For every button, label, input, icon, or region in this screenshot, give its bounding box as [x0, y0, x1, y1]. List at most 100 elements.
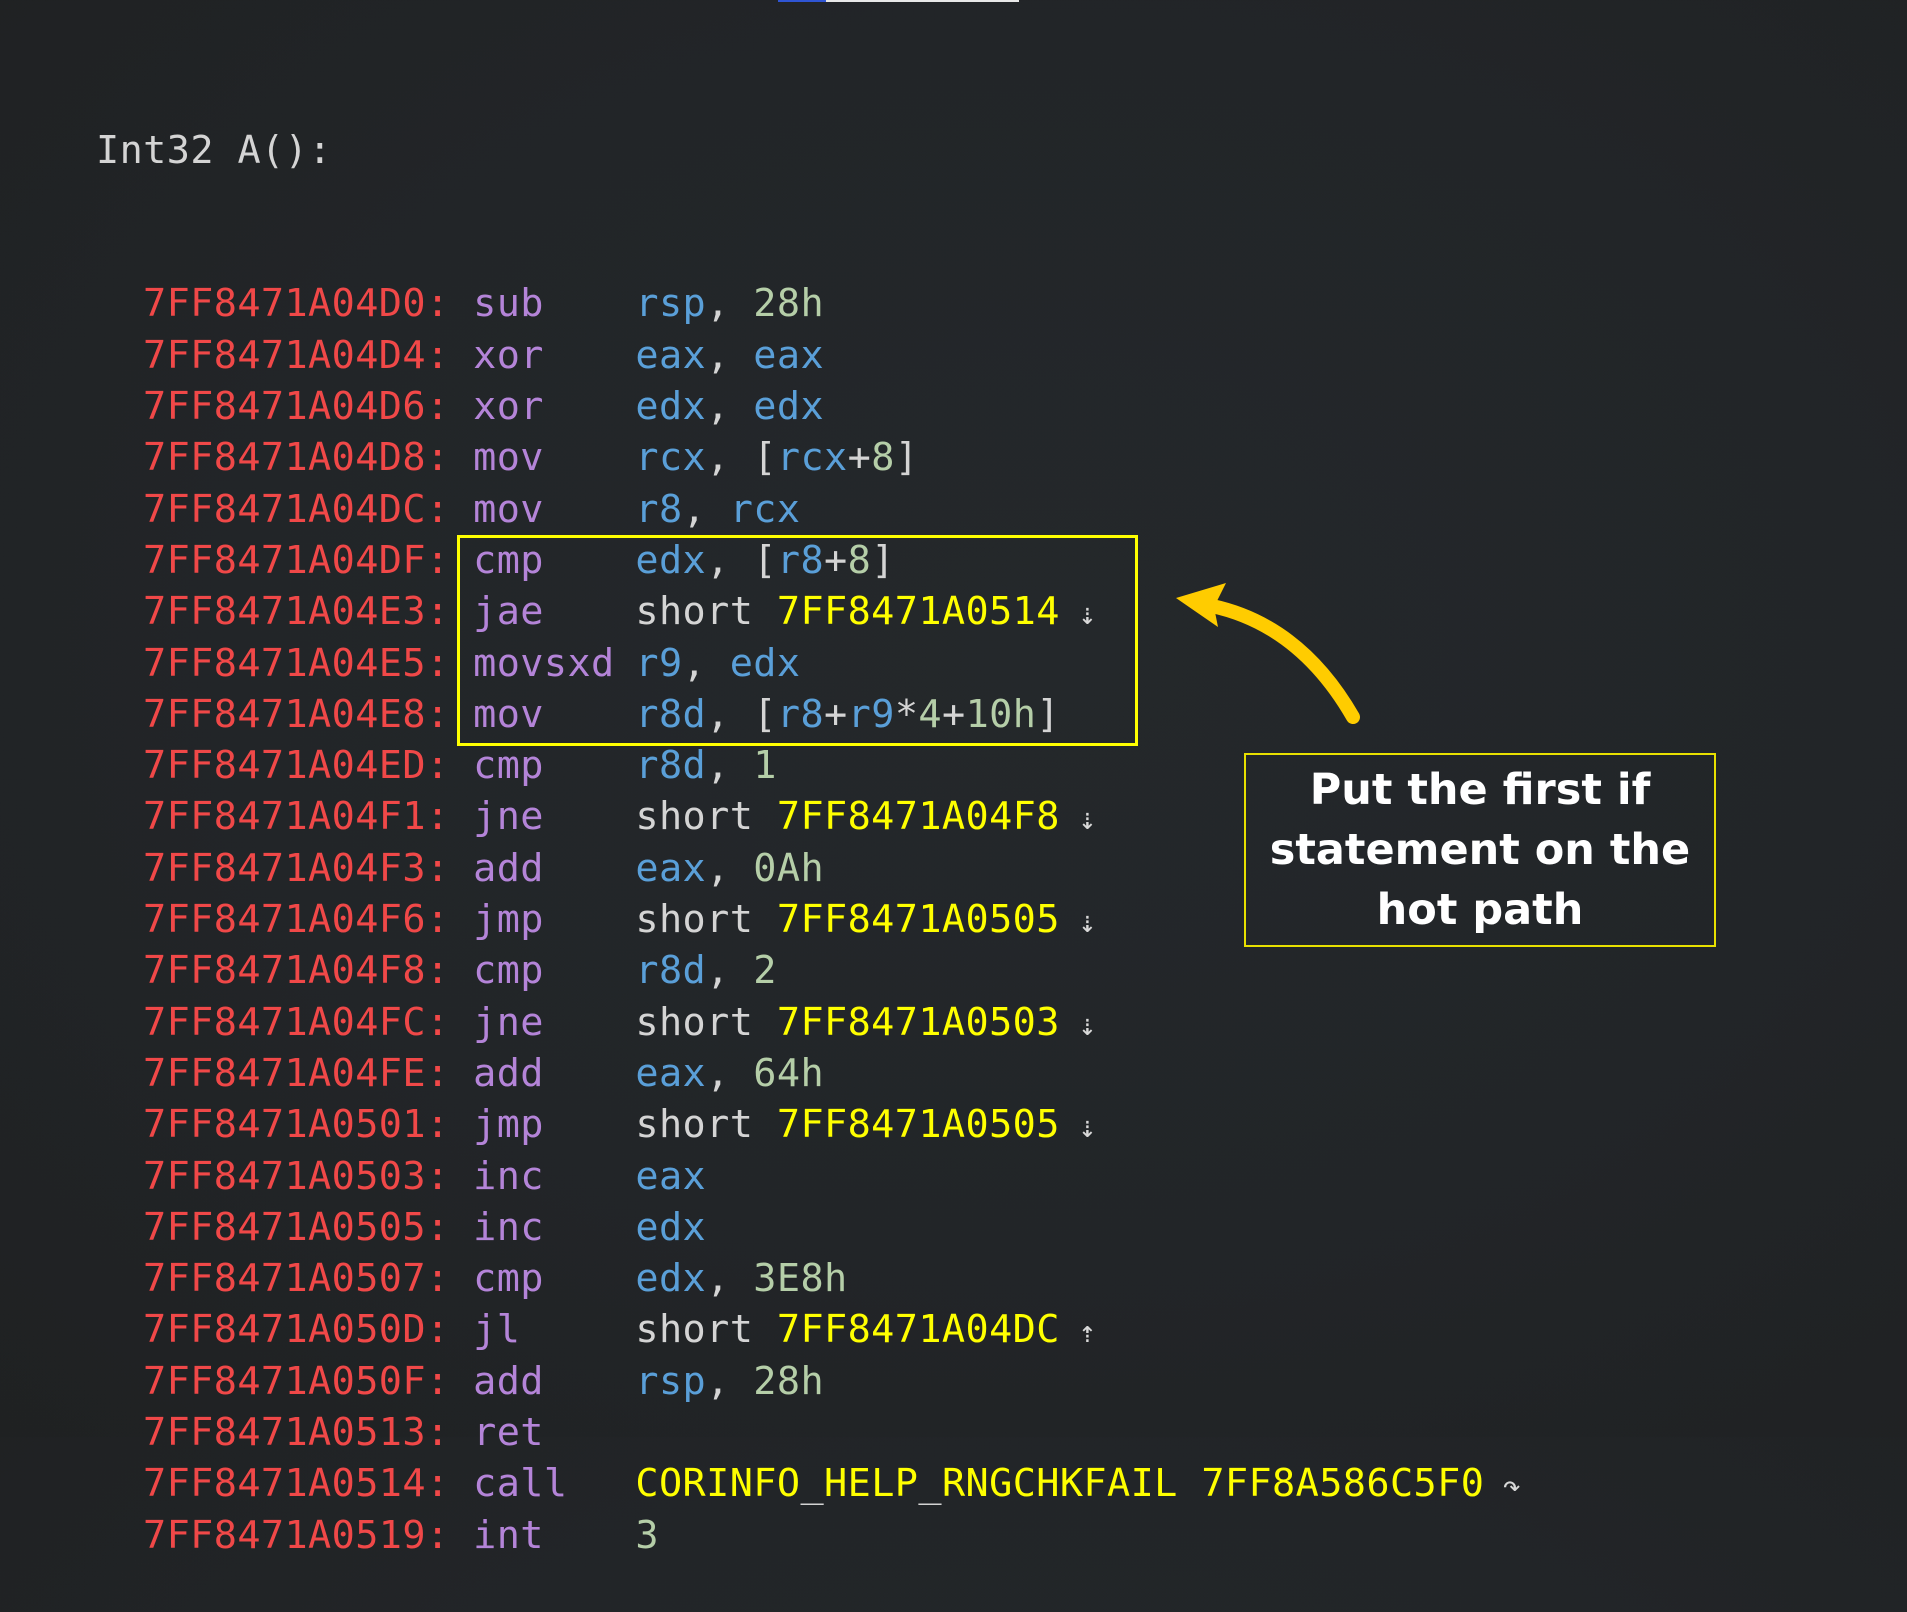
operand-punctuation: + — [824, 537, 848, 583]
jump-direction-icon: ⇣ — [1059, 1110, 1097, 1146]
operand-register: rsp — [635, 1358, 707, 1404]
instruction-mnemonic: inc — [473, 1204, 544, 1250]
jump-target-label: 7FF8471A04F8 — [776, 794, 1060, 840]
operand-keyword: short — [635, 1307, 777, 1353]
operand-number: 1 — [753, 743, 777, 789]
instruction-row: 7FF8471A04D6: xor edx, edx — [96, 381, 1521, 432]
operand-punctuation: + — [847, 435, 872, 481]
instruction-address: 7FF8471A04DF: — [143, 537, 450, 583]
operand-register: edx — [635, 384, 707, 430]
instruction-address: 7FF8471A04ED: — [143, 743, 450, 789]
operand-number: 8 — [847, 537, 872, 583]
operand-keyword: short — [635, 1102, 777, 1148]
operand-register: r8 — [776, 537, 825, 583]
top-progress-bar — [778, 0, 1019, 2]
instruction-address: 7FF8471A04D6: — [143, 384, 450, 430]
jump-direction-icon: ⇡ — [1059, 1315, 1097, 1351]
instruction-row: 7FF8471A0501: jmp short 7FF8471A0505 ⇣ — [96, 1099, 1521, 1150]
instruction-address: 7FF8471A050D: — [143, 1307, 450, 1353]
operand-punctuation: , — [706, 1050, 754, 1096]
instruction-mnemonic: cmp — [473, 948, 544, 994]
operand-punctuation: ] — [871, 537, 895, 583]
operand-register: edx — [729, 640, 801, 686]
instruction-mnemonic: movsxd — [473, 640, 615, 686]
instruction-mnemonic: ret — [473, 1410, 544, 1456]
operand-keyword: short — [635, 897, 777, 943]
instruction-address: 7FF8471A0505: — [143, 1204, 450, 1250]
operand-punctuation: , — [706, 281, 754, 327]
jump-target-label: 7FF8471A0505 — [776, 897, 1060, 943]
instruction-row: 7FF8471A0503: inc eax — [96, 1151, 1521, 1202]
instruction-row: 7FF8471A0505: inc edx — [96, 1202, 1521, 1253]
instruction-row: 7FF8471A0513: ret — [96, 1407, 1521, 1458]
operand-punctuation: , [ — [706, 691, 777, 737]
instruction-mnemonic: add — [473, 1358, 544, 1404]
function-header: Int32 A(): — [96, 127, 332, 173]
operand-register: edx — [635, 537, 707, 583]
operand-number: 4 — [918, 691, 942, 737]
operand-punctuation: + — [824, 691, 848, 737]
operand-punctuation: ] — [1036, 691, 1060, 737]
operand-punctuation: _ — [800, 1461, 825, 1507]
instruction-address: 7FF8471A0519: — [143, 1512, 450, 1558]
instruction-address: 7FF8471A04E8: — [143, 691, 450, 737]
progress-fill — [778, 0, 827, 2]
annotation-text: Put the first if statement on the hot pa… — [1269, 765, 1691, 935]
operand-register: rsp — [635, 281, 707, 327]
operand-register: rcx — [776, 435, 848, 481]
operand-number: 2 — [753, 948, 777, 994]
operand-register: r9 — [847, 691, 895, 737]
instruction-address: 7FF8471A04E5: — [143, 640, 450, 686]
instruction-mnemonic: add — [473, 1050, 544, 1096]
jump-target-label: 7FF8471A0505 — [776, 1102, 1060, 1148]
jump-direction-icon: ↷ — [1484, 1469, 1522, 1505]
operand-punctuation: , [ — [706, 537, 777, 583]
instruction-address: 7FF8471A04E3: — [143, 589, 450, 635]
operand-register: eax — [635, 332, 707, 378]
operand-register: r8 — [635, 486, 683, 532]
instruction-mnemonic: sub — [473, 281, 544, 327]
operand-punctuation: , — [682, 486, 730, 532]
instruction-row: 7FF8471A050F: add rsp, 28h — [96, 1356, 1521, 1407]
instruction-mnemonic: int — [473, 1512, 544, 1558]
operand-register: eax — [635, 1153, 707, 1199]
instruction-mnemonic: mov — [473, 435, 544, 481]
operand-number: 64h — [753, 1050, 825, 1096]
instruction-row: 7FF8471A04F8: cmp r8d, 2 — [96, 945, 1521, 996]
instruction-mnemonic: jmp — [473, 1102, 544, 1148]
operand-register: edx — [635, 1256, 707, 1302]
instruction-address: 7FF8471A0501: — [143, 1102, 450, 1148]
instruction-row: 7FF8471A04FE: add eax, 64h — [96, 1048, 1521, 1099]
operand-number: 3 — [635, 1512, 659, 1558]
operand-register: r9 — [635, 640, 683, 686]
instruction-row: 7FF8471A04E3: jae short 7FF8471A0514 ⇣ — [96, 586, 1521, 637]
operand-punctuation: , — [682, 640, 730, 686]
instruction-address: 7FF8471A0514: — [143, 1461, 450, 1507]
instruction-mnemonic: xor — [473, 384, 544, 430]
annotation-box: Put the first if statement on the hot pa… — [1244, 753, 1716, 947]
operand-register: r8 — [776, 691, 825, 737]
instruction-mnemonic: mov — [473, 486, 544, 532]
jump-target-label: CORINFO — [635, 1461, 801, 1507]
operand-keyword: short — [635, 999, 777, 1045]
instruction-mnemonic: cmp — [473, 1256, 544, 1302]
instruction-address: 7FF8471A0513: — [143, 1410, 450, 1456]
instruction-row: 7FF8471A04D8: mov rcx, [rcx+8] — [96, 432, 1521, 483]
instruction-address: 7FF8471A04D0: — [143, 281, 450, 327]
jump-target-label: RNGCHKFAIL 7FF8A586C5F0 — [941, 1461, 1485, 1507]
instruction-mnemonic: cmp — [473, 743, 544, 789]
instruction-row: 7FF8471A04DF: cmp edx, [r8+8] — [96, 535, 1521, 586]
instruction-mnemonic: xor — [473, 332, 544, 378]
instruction-address: 7FF8471A04F1: — [143, 794, 450, 840]
instruction-row: 7FF8471A04E5: movsxd r9, edx — [96, 638, 1521, 689]
jump-target-label: 7FF8471A0514 — [776, 589, 1060, 635]
operand-number: 28h — [753, 281, 825, 327]
instruction-mnemonic: cmp — [473, 537, 544, 583]
instruction-mnemonic: mov — [473, 691, 544, 737]
operand-punctuation: , [ — [706, 435, 777, 481]
instruction-row: 7FF8471A0519: int 3 — [96, 1510, 1521, 1561]
operand-punctuation: , — [706, 948, 754, 994]
jump-direction-icon: ⇣ — [1059, 802, 1097, 838]
instruction-row: 7FF8471A04D0: sub rsp, 28h — [96, 278, 1521, 329]
instruction-address: 7FF8471A0507: — [143, 1256, 450, 1302]
